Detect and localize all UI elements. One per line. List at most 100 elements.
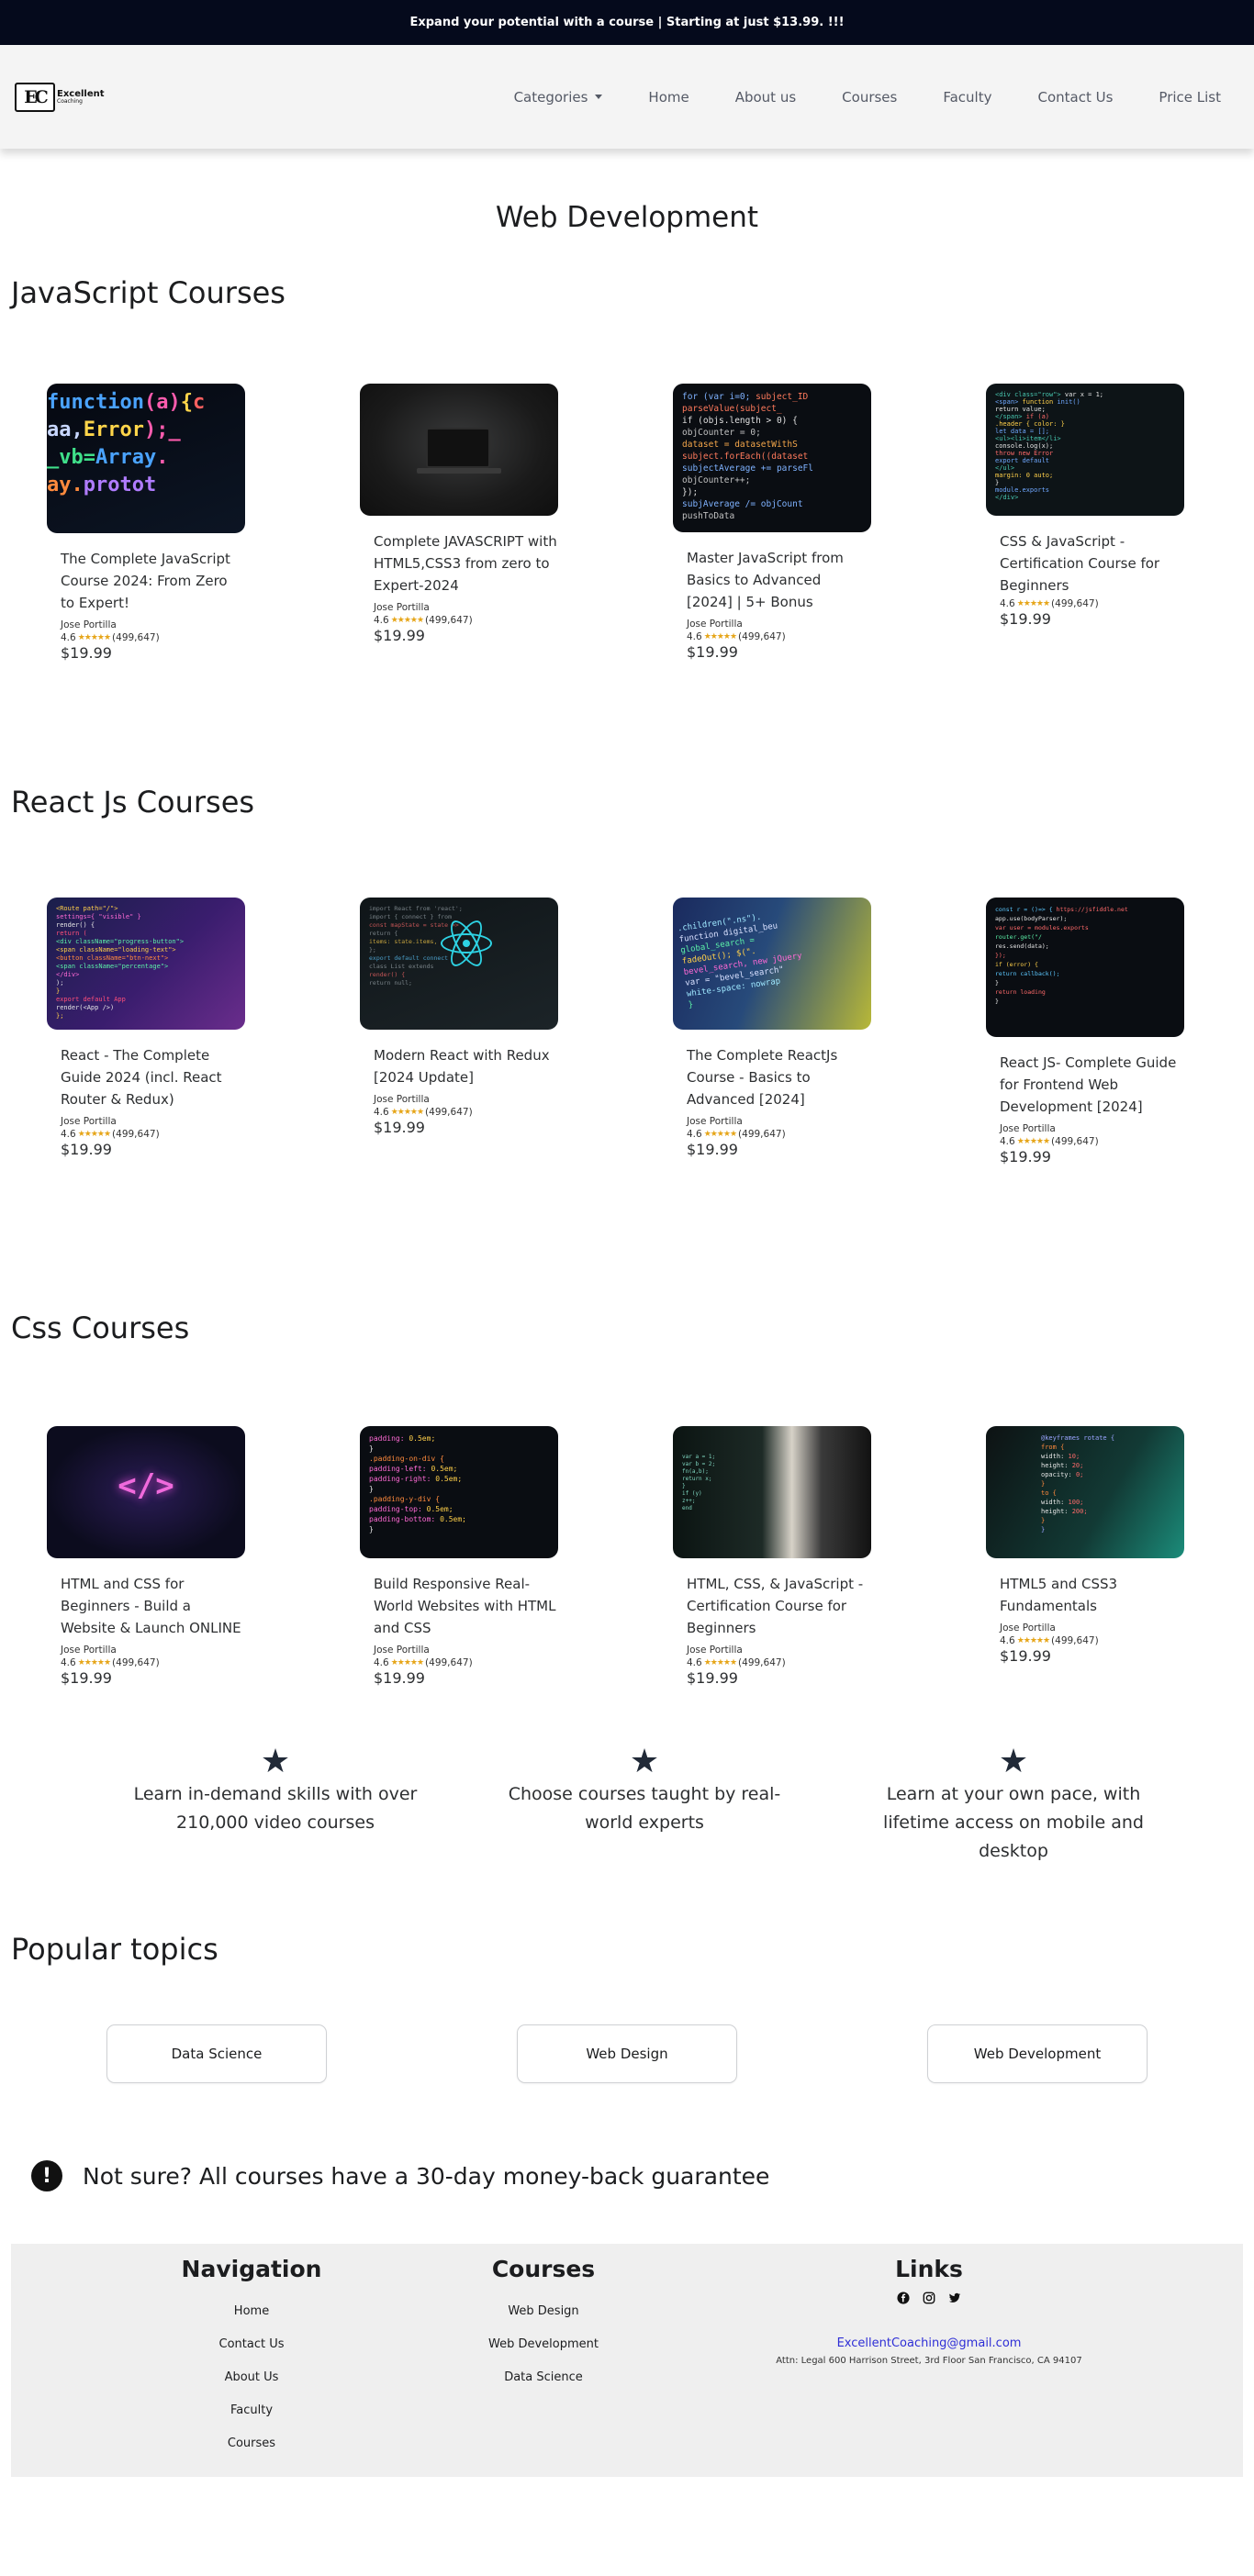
footer-link-courses[interactable]: Courses	[176, 2427, 327, 2460]
star-icon: ★	[629, 1743, 660, 1780]
course-title[interactable]: The Complete JavaScript Course 2024: Fro…	[47, 548, 244, 614]
course-author: Jose Portilla	[374, 1645, 430, 1656]
course-card[interactable]: import React from 'react'; import { conn…	[360, 898, 673, 1165]
course-author: Jose Portilla	[1000, 1123, 1056, 1134]
footer-link-web-development[interactable]: Web Development	[472, 2328, 615, 2361]
nav-categories-dropdown[interactable]: Categories	[514, 89, 603, 106]
course-author: Jose Portilla	[374, 1094, 430, 1105]
javascript-code-thumbnail[interactable]: function(a){c aa,Error);_ _vb=Array. ay.…	[47, 384, 245, 533]
course-price: $19.99	[687, 1141, 738, 1158]
nav-courses[interactable]: Courses	[842, 89, 897, 106]
course-title[interactable]: Modern React with Redux [2024 Update]	[360, 1044, 557, 1088]
course-price: $19.99	[374, 1669, 425, 1687]
topic-button-web-design[interactable]: Web Design	[517, 2024, 737, 2083]
review-count: (499,647)	[738, 631, 786, 642]
course-author: Jose Portilla	[61, 1645, 117, 1656]
section-title-javascript: JavaScript Courses	[11, 275, 286, 310]
star-rating-icon: ★★★★★	[77, 633, 111, 642]
monitor-thumbnail[interactable]: var a = 1; var b = 2; fn(a,b); return x;} if…	[673, 1426, 871, 1558]
review-count: (499,647)	[425, 1107, 473, 1118]
footer-link-faculty[interactable]: Faculty	[176, 2394, 327, 2427]
caret-down-icon	[595, 95, 603, 99]
rating-value: 4.6	[1000, 598, 1015, 609]
course-card[interactable]: Complete JAVASCRIPT with HTML5,CSS3 from…	[360, 384, 673, 662]
nav-contact-us[interactable]: Contact Us	[1037, 89, 1113, 106]
course-card[interactable]: var a = 1; var b = 2; fn(a,b); return x;} if…	[673, 1426, 986, 1687]
course-card[interactable]: <div class="row"> var x = 1; <span> func…	[986, 384, 1254, 662]
course-card[interactable]: </> HTML and CSS for Beginners - Build a…	[47, 1426, 360, 1687]
top-navbar: EC Excellent Coaching Categories Home Ab…	[0, 45, 1254, 149]
rating-value: 4.6	[374, 1657, 389, 1668]
course-title[interactable]: React JS- Complete Guide for Frontend We…	[986, 1052, 1183, 1118]
review-count: (499,647)	[112, 1129, 160, 1140]
nav-about-us[interactable]: About us	[735, 89, 796, 106]
course-title[interactable]: HTML and CSS for Beginners - Build a Web…	[47, 1573, 244, 1639]
react-code-thumbnail[interactable]: <Route path="/"> settings={ "visible" } …	[47, 898, 245, 1030]
nav-price-list[interactable]: Price List	[1159, 89, 1221, 106]
footer-link-web-design[interactable]: Web Design	[472, 2295, 615, 2328]
course-rating: 4.6 ★★★★★ (499,647)	[673, 1657, 986, 1668]
code-editor-thumbnail[interactable]: for (var i=0; subject_ID parseValue(subj…	[673, 384, 871, 532]
teal-code-thumbnail[interactable]: @keyframes rotate { from { width: 10; he…	[986, 1426, 1184, 1558]
course-price: $19.99	[61, 1141, 112, 1158]
code-screen-thumbnail[interactable]: <div class="row"> var x = 1; <span> func…	[986, 384, 1184, 516]
course-price: $19.99	[61, 644, 112, 662]
course-title[interactable]: Build Responsive Real-World Websites wit…	[360, 1573, 557, 1639]
footer: Navigation Home Contact Us About Us Facu…	[11, 2244, 1243, 2477]
react-logo-thumbnail[interactable]: import React from 'react'; import { conn…	[360, 898, 558, 1030]
topic-button-data-science[interactable]: Data Science	[106, 2024, 327, 2083]
code-tag-icon: </>	[118, 1467, 174, 1504]
course-card[interactable]: const r = ()=> { https://jsfiddle.net ap…	[986, 898, 1254, 1165]
course-card[interactable]: function(a){c aa,Error);_ _vb=Array. ay.…	[47, 384, 360, 662]
css-code-thumbnail[interactable]: padding: 0.5em; } .padding-on-div { padd…	[360, 1426, 558, 1558]
course-title[interactable]: HTML, CSS, & JavaScript - Certification …	[673, 1573, 870, 1639]
html-tag-neon-thumbnail[interactable]: </>	[47, 1426, 245, 1558]
course-card[interactable]: @keyframes rotate { from { width: 10; he…	[986, 1426, 1254, 1687]
review-count: (499,647)	[1051, 1136, 1099, 1147]
code-closeup-thumbnail[interactable]: .children(".ns"). function digital_beu g…	[673, 898, 871, 1030]
laptop-thumbnail[interactable]	[360, 384, 558, 516]
footer-link-contact-us[interactable]: Contact Us	[176, 2328, 327, 2361]
dark-code-thumbnail[interactable]: const r = ()=> { https://jsfiddle.net ap…	[986, 898, 1184, 1037]
nav-home[interactable]: Home	[648, 89, 689, 106]
course-rating: 4.6 ★★★★★ (499,647)	[47, 1129, 360, 1140]
course-rating: 4.6 ★★★★★ (499,647)	[47, 632, 360, 643]
course-rating: 4.6 ★★★★★ (499,647)	[986, 1136, 1254, 1147]
course-title[interactable]: HTML5 and CSS3 Fundamentals	[986, 1573, 1183, 1617]
logo[interactable]: EC Excellent Coaching	[15, 82, 105, 112]
course-price: $19.99	[61, 1669, 112, 1687]
twitter-icon[interactable]	[948, 2292, 961, 2307]
instagram-icon[interactable]	[923, 2292, 935, 2307]
course-rating: 4.6 ★★★★★ (499,647)	[360, 615, 673, 626]
course-card[interactable]: <Route path="/"> settings={ "visible" } …	[47, 898, 360, 1165]
topic-button-web-development[interactable]: Web Development	[927, 2024, 1148, 2083]
course-title[interactable]: Master JavaScript from Basics to Advance…	[673, 547, 870, 613]
course-title[interactable]: Complete JAVASCRIPT with HTML5,CSS3 from…	[360, 530, 557, 597]
footer-link-about-us[interactable]: About Us	[176, 2361, 327, 2394]
course-price: $19.99	[687, 1669, 738, 1687]
course-row-javascript: function(a){c aa,Error);_ _vb=Array. ay.…	[0, 384, 1254, 662]
course-rating: 4.6 ★★★★★ (499,647)	[673, 631, 986, 642]
footer-link-home[interactable]: Home	[176, 2295, 327, 2328]
review-count: (499,647)	[112, 632, 160, 643]
popular-topics-list: Data Science Web Design Web Development	[0, 2024, 1254, 2083]
nav-faculty[interactable]: Faculty	[943, 89, 991, 106]
course-title[interactable]: CSS & JavaScript - Certification Course …	[986, 530, 1183, 597]
course-price: $19.99	[1000, 1148, 1051, 1165]
promo-text: Expand your potential with a course | St…	[409, 16, 845, 29]
course-card[interactable]: for (var i=0; subject_ID parseValue(subj…	[673, 384, 986, 662]
section-title-react: React Js Courses	[11, 785, 255, 820]
feature-item: ★ Learn at your own pace, with lifetime …	[867, 1745, 1160, 1866]
course-price: $19.99	[374, 1119, 425, 1136]
course-author: Jose Portilla	[687, 1116, 743, 1127]
facebook-icon[interactable]	[897, 2292, 910, 2307]
course-title[interactable]: The Complete ReactJs Course - Basics to …	[673, 1044, 870, 1110]
footer-email-link[interactable]: ExcellentCoaching@gmail.com	[718, 2336, 1140, 2350]
star-rating-icon: ★★★★★	[703, 1130, 737, 1139]
course-card[interactable]: padding: 0.5em; } .padding-on-div { padd…	[360, 1426, 673, 1687]
course-title[interactable]: React - The Complete Guide 2024 (incl. R…	[47, 1044, 244, 1110]
features-strip: ★ Learn in-demand skills with over 210,0…	[0, 1745, 1254, 1866]
course-card[interactable]: .children(".ns"). function digital_beu g…	[673, 898, 986, 1165]
review-count: (499,647)	[1051, 598, 1099, 609]
footer-link-data-science[interactable]: Data Science	[472, 2361, 615, 2394]
